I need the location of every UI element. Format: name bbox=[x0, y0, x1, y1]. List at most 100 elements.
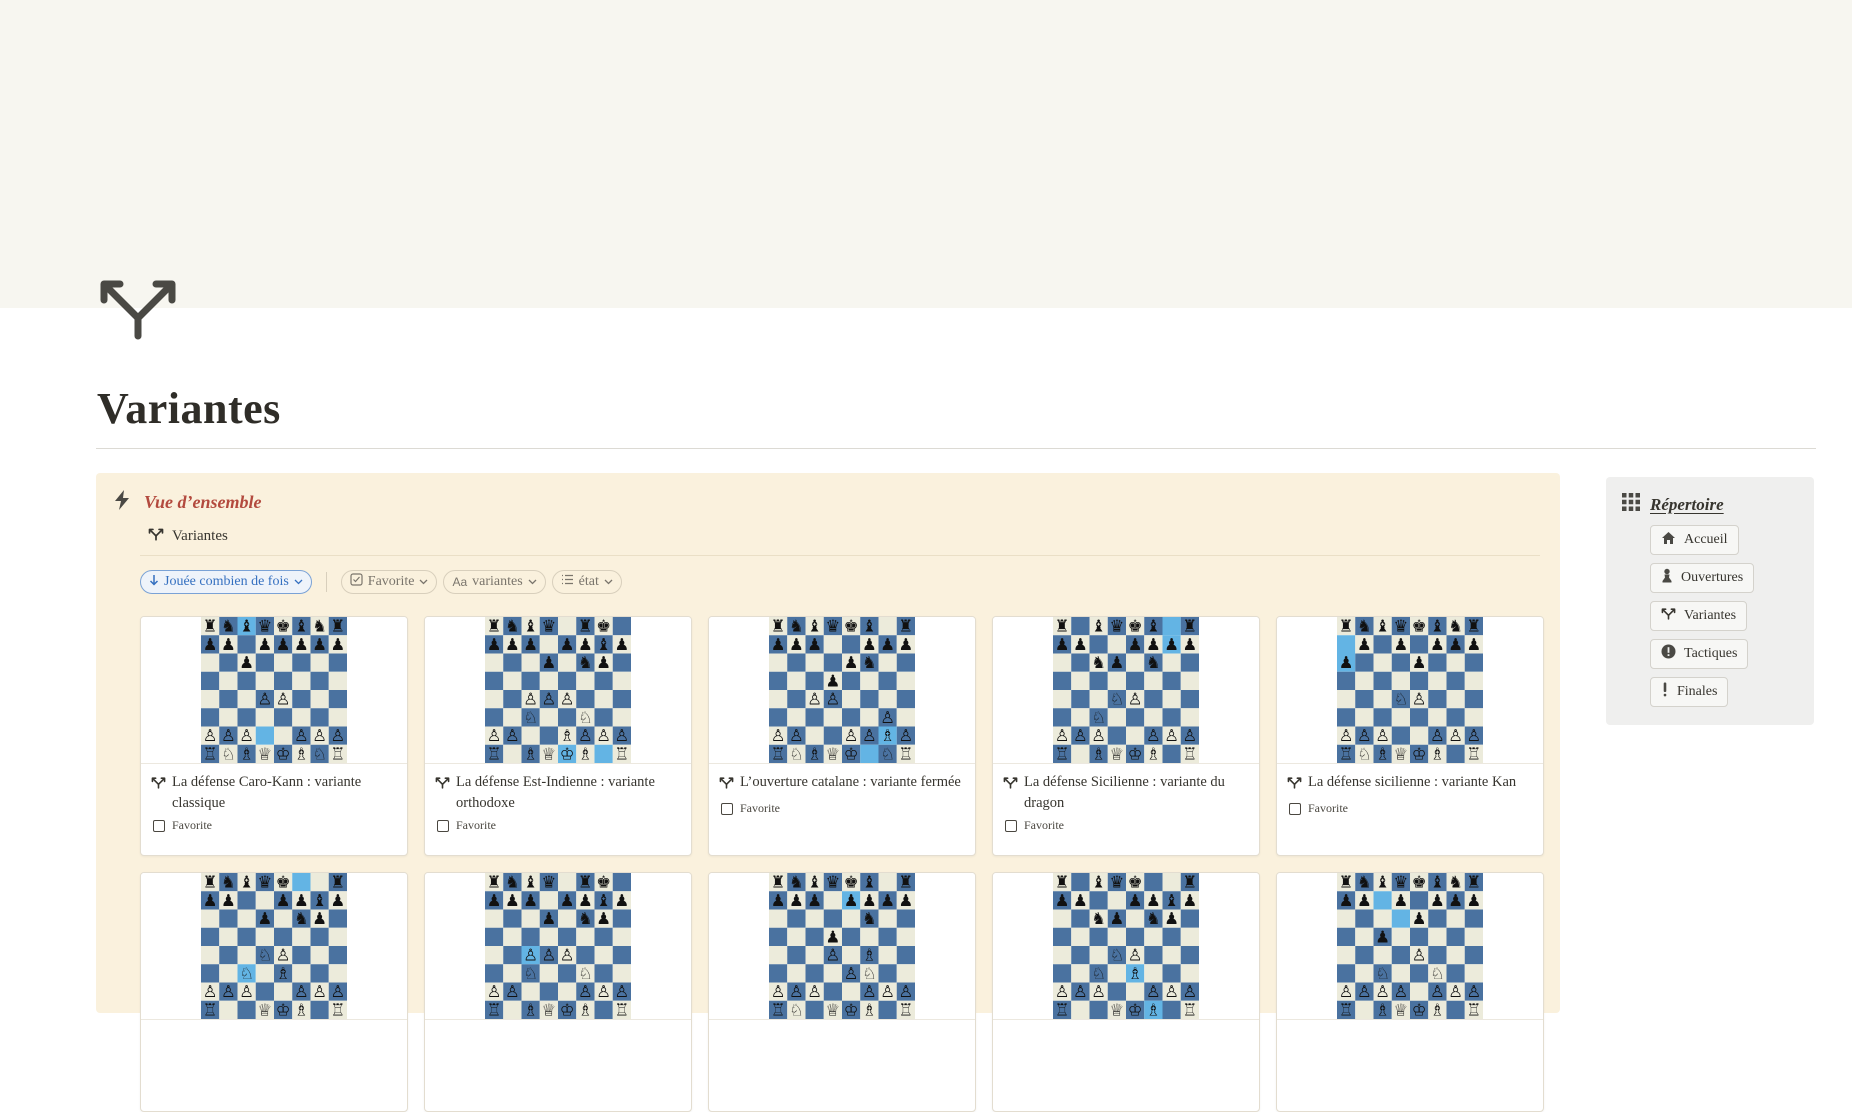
chess-piece: ♘ bbox=[789, 744, 804, 763]
gallery-card[interactable]: ♜ ♞ ♝ ♛ ♚ ♝ ♜ ♟ ♟ ♟ ♟ ♟ ♟ ♟ ♞ ♟ ♙ ♗ ♙ ♘ ♙ ♙ ♙ ♙ ♙ ♙ ♖ ♘ ♕ ♔ ♗ ♖ bbox=[708, 872, 976, 1112]
status-filter-chip[interactable]: état bbox=[551, 570, 622, 594]
chess-piece: ♝ bbox=[523, 873, 538, 892]
chess-piece: ♔ bbox=[560, 1000, 575, 1019]
chess-piece: ♖ bbox=[1339, 744, 1354, 763]
board-square bbox=[219, 653, 238, 672]
gallery-card[interactable]: ♜ ♞ ♝ ♛ ♜ ♚ ♟ ♟ ♟ ♟ ♟ ♝ ♟ ♟ ♞ ♟ ♙ ♙ ♙ ♘ ♘ ♙ ♙ ♙ ♙ ♙ ♖ ♗ ♕ ♔ ♗ ♖ bbox=[424, 872, 692, 1112]
board-square bbox=[769, 708, 788, 727]
board-square bbox=[255, 964, 274, 983]
home-icon bbox=[1661, 531, 1676, 550]
favorite-checkbox[interactable] bbox=[721, 802, 733, 815]
sidebar-title[interactable]: Répertoire bbox=[1650, 495, 1724, 515]
board-square bbox=[328, 909, 347, 928]
name-filter-chip[interactable]: Aa variantes bbox=[443, 570, 546, 594]
chess-piece: ♜ bbox=[487, 617, 502, 636]
favorite-filter-chip[interactable]: Favorite bbox=[340, 570, 438, 594]
board-square bbox=[274, 927, 293, 946]
nav-button-ouvertures[interactable]: Ouvertures bbox=[1650, 563, 1755, 593]
board-square bbox=[1464, 964, 1483, 983]
chess-piece: ♙ bbox=[1146, 982, 1161, 1001]
chess-piece: ♟ bbox=[523, 635, 538, 654]
favorite-checkbox[interactable] bbox=[1289, 802, 1301, 815]
chess-piece: ♚ bbox=[844, 617, 859, 636]
chess-piece: ♟ bbox=[542, 653, 557, 672]
board-square bbox=[612, 690, 631, 709]
chess-piece: ♘ bbox=[578, 964, 593, 983]
sort-chip[interactable]: Jouée combien de fois bbox=[140, 570, 312, 594]
board-square bbox=[1071, 964, 1090, 983]
board-square bbox=[878, 671, 897, 690]
chess-piece: ♟ bbox=[1110, 909, 1125, 928]
board-square bbox=[1464, 671, 1483, 690]
chess-piece: ♟ bbox=[771, 635, 786, 654]
chess-piece: ♜ bbox=[899, 617, 914, 636]
chess-piece: ♟ bbox=[294, 635, 309, 654]
board-square bbox=[485, 708, 504, 727]
board-square bbox=[558, 671, 577, 690]
database-title[interactable]: Variantes bbox=[148, 526, 228, 547]
gallery-card[interactable]: ♜ ♞ ♝ ♛ ♚ ♝ ♞ ♜ ♟ ♟ ♟ ♟ ♟ ♟ ♟ ♘ ♙ ♙ ♙ ♙ ♙ ♙ ♙ ♖ ♘ ♗ ♕ ♔ ♗ ♖ La défens… bbox=[1276, 616, 1544, 856]
favorite-property[interactable]: Favorite bbox=[141, 814, 407, 837]
chess-piece: ♟ bbox=[596, 909, 611, 928]
nav-button-finales[interactable]: Finales bbox=[1650, 677, 1729, 707]
chess-piece: ♟ bbox=[844, 891, 859, 910]
board-square bbox=[274, 671, 293, 690]
chess-piece: ♜ bbox=[1183, 617, 1198, 636]
favorite-property[interactable]: Favorite bbox=[1277, 797, 1543, 820]
overview-heading[interactable]: Vue d’ensemble bbox=[144, 492, 262, 513]
nav-button-variantes[interactable]: Variantes bbox=[1650, 601, 1748, 631]
board-square bbox=[485, 909, 504, 928]
gallery-card[interactable]: ♜ ♞ ♝ ♛ ♚ ♝ ♜ ♟ ♟ ♟ ♟ ♟ ♟ ♟ ♞ ♟ ♙ ♙ ♙ ♙ ♙ ♙ ♙ ♗ ♙ ♖ ♘ ♗ ♕ ♔ ♘ ♖ L’ouver… bbox=[708, 616, 976, 856]
gallery-card[interactable]: ♜ ♝ ♛ ♚ ♝ ♜ ♟ ♟ ♟ ♟ ♟ ♟ ♞ ♟ ♞ ♘ ♙ ♘ ♙ ♙ ♙ ♙ ♙ ♙ ♖ ♗ ♕ ♔ ♗ ♖ La défens… bbox=[992, 616, 1260, 856]
board-square bbox=[1053, 927, 1072, 946]
chess-piece: ♙ bbox=[1375, 726, 1390, 745]
board-square bbox=[1144, 946, 1163, 965]
chess-piece: ♟ bbox=[487, 635, 502, 654]
board-square bbox=[1391, 708, 1410, 727]
nav-button-accueil[interactable]: Accueil bbox=[1650, 525, 1739, 555]
gallery-card[interactable]: ♜ ♝ ♛ ♚ ♜ ♟ ♟ ♟ ♟ ♝ ♟ ♞ ♟ ♞ ♟ ♘ ♙ ♘ ♗ ♙ ♙ ♙ ♙ ♙ ♙ ♖ ♕ ♔ ♗ ♖ bbox=[992, 872, 1260, 1112]
fork-arrows-icon bbox=[148, 526, 164, 547]
board-square bbox=[521, 671, 540, 690]
board-square bbox=[1428, 708, 1447, 727]
gallery-card[interactable]: ♜ ♞ ♝ ♛ ♚ ♜ ♟ ♟ ♟ ♟ ♝ ♟ ♟ ♞ ♟ ♘ ♙ ♘ ♗ ♙ ♙ ♙ ♙ ♙ ♙ ♖ ♕ ♔ ♗ ♖ bbox=[140, 872, 408, 1112]
chess-board-image: ♜ ♝ ♛ ♚ ♝ ♜♟ ♟ ♟ ♟ ♟ ♟♞ ♟ ♞♘ ♙♘♙ ♙ ♙ ♙ ♙ ♙♖ ♗ ♕ ♔ ♗ ♖ bbox=[1053, 617, 1199, 763]
gallery-card[interactable]: ♜ ♞ ♝ ♛ ♚ ♝ ♞ ♜ ♟ ♟ ♟ ♟ ♟ ♟ ♟ ♟ ♙ ♘ ♘ ♙ ♙ ♙ ♙ ♙ ♙ ♙ ♖ ♗ ♕ ♔ ♗ ♖ bbox=[1276, 872, 1544, 1112]
nav-button-tactiques[interactable]: Tactiques bbox=[1650, 639, 1749, 669]
chess-board-image: ♜ ♞ ♝ ♛ ♚ ♝ ♞ ♜♟ ♟ ♟ ♟ ♟ ♟♟♟♙♘ ♘♙ ♙ ♙ ♙ ♙ ♙ ♙♖ ♗ ♕ ♔ ♗ ♖ bbox=[1337, 873, 1483, 1019]
board-square bbox=[1373, 671, 1392, 690]
board-square bbox=[860, 690, 879, 709]
chess-piece: ♘ bbox=[312, 744, 327, 763]
gallery-card[interactable]: ♜ ♞ ♝ ♛ ♜ ♚ ♟ ♟ ♟ ♟ ♟ ♝ ♟ ♟ ♞ ♟ ♙ ♙ ♙ ♘ ♘ ♙ ♙ ♗ ♙ ♙ ♙ ♖ ♗ ♕ ♔ ♗ ♖ La déf… bbox=[424, 616, 692, 856]
gallery-card[interactable]: ♜ ♞ ♝ ♛ ♚ ♝ ♞ ♜ ♟ ♟ ♟ ♟ ♟ ♟ ♟ ♟ ♙ ♙ ♙ ♙ ♙ ♙ ♙ ♙ ♖ ♘ ♗ ♕ ♔ ♗ ♘ ♖ La défe… bbox=[140, 616, 408, 856]
chess-piece: ♙ bbox=[578, 726, 593, 745]
board-square bbox=[1391, 653, 1410, 672]
board-square bbox=[558, 653, 577, 672]
chess-piece: ♗ bbox=[523, 1000, 538, 1019]
favorite-checkbox[interactable] bbox=[437, 819, 449, 832]
chess-piece: ♗ bbox=[862, 946, 877, 965]
board-square bbox=[594, 744, 613, 763]
chess-piece: ♝ bbox=[596, 891, 611, 910]
favorite-checkbox[interactable] bbox=[153, 819, 165, 832]
chess-piece: ♕ bbox=[1394, 744, 1409, 763]
fork-arrows-icon[interactable] bbox=[96, 266, 180, 350]
board-square bbox=[805, 653, 824, 672]
favorite-checkbox[interactable] bbox=[1005, 819, 1017, 832]
board-square bbox=[503, 708, 522, 727]
chess-piece: ♟ bbox=[1339, 891, 1354, 910]
repertoire-sidebar: Répertoire Accueil Ouvertures Variantes … bbox=[1606, 477, 1814, 725]
favorite-property[interactable]: Favorite bbox=[993, 814, 1259, 837]
chess-piece: ♚ bbox=[276, 617, 291, 636]
favorite-property[interactable]: Favorite bbox=[425, 814, 691, 837]
chess-piece: ♝ bbox=[239, 617, 254, 636]
chess-piece: ♟ bbox=[1375, 927, 1390, 946]
chess-piece: ♚ bbox=[1128, 617, 1143, 636]
board-square bbox=[823, 708, 842, 727]
favorite-property[interactable]: Favorite bbox=[709, 797, 975, 820]
chess-piece: ♙ bbox=[596, 726, 611, 745]
chess-piece: ♘ bbox=[523, 708, 538, 727]
chess-piece: ♟ bbox=[331, 891, 346, 910]
board-square bbox=[1053, 653, 1072, 672]
nav-button-label: Accueil bbox=[1684, 532, 1728, 547]
